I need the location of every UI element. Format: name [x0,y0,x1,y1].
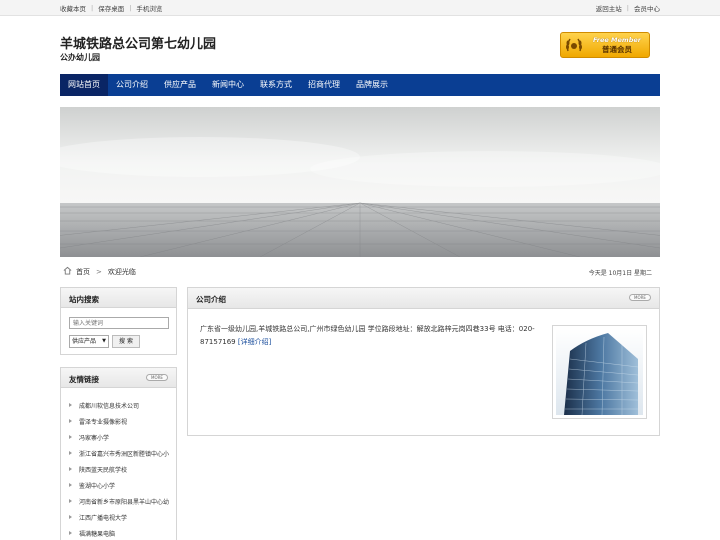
divider: | [129,4,132,12]
badge-chinese-text: 普通会员 [602,45,632,54]
nav-news[interactable]: 新闻中心 [204,74,252,96]
list-item[interactable]: 江西广播电视大学 [69,512,127,522]
bullet-icon [69,435,72,439]
search-category-value: 供应产品 [72,338,97,345]
main-site-link[interactable]: 返回主站 [596,3,622,13]
divider: | [91,4,94,12]
site-title: 羊城铁路总公司第七幼儿园 [60,37,217,52]
top-links-left: 收藏本页 | 保存桌面 | 手机浏览 [60,3,162,13]
bullet-icon [69,515,72,519]
bullet-icon [69,467,72,471]
search-button[interactable]: 搜 索 [112,335,140,348]
search-category-select[interactable]: 供应产品 ▼ [69,335,109,348]
company-intro-title: 公司介绍 [196,295,226,304]
breadcrumb-home[interactable]: 首页 [76,267,90,277]
list-item[interactable]: 雷泽专业摄像影视 [69,416,127,426]
nav-about[interactable]: 公司介绍 [108,74,156,96]
top-bar: 收藏本页 | 保存桌面 | 手机浏览 返回主站 | 会员中心 [0,0,720,16]
search-panel-title: 站内搜索 [69,295,99,304]
laurel-icon [563,34,585,56]
breadcrumb: 首页 > 欢迎光临 [63,266,136,277]
nav-brands[interactable]: 品牌展示 [348,74,396,96]
list-item[interactable]: 鉴湖中心小学 [69,480,115,490]
member-badge[interactable]: Free Member 普通会员 [560,32,650,58]
bullet-icon [69,499,72,503]
list-item[interactable]: 福满糖果电脑 [69,528,115,538]
list-item[interactable]: 冯家寨小学 [69,432,109,442]
nav-products[interactable]: 供应产品 [156,74,204,96]
friend-links-more-button[interactable]: MORE [146,374,168,381]
company-intro-panel: 公司介绍 MORE 广东省一级幼儿园,羊城铁路总公司,广州市绿色幼儿园 学位路段… [187,287,660,436]
nav-home[interactable]: 网站首页 [60,74,108,96]
site-subtitle: 公办幼儿园 [60,53,100,62]
bullet-icon [69,451,72,455]
friend-links-panel: 友情链接 MORE 成都川软信息技术公司 雷泽专业摄像影视 冯家寨小学 浙江省嘉… [60,367,177,540]
date-display: 今天是 10月1日 星期二 [588,270,652,277]
company-photo[interactable] [552,325,647,419]
list-item[interactable]: 浙江省嘉兴市秀洲区新塍镇中心小 [69,448,169,458]
company-intro-header: 公司介绍 MORE [188,288,659,309]
bookmark-link[interactable]: 收藏本页 [60,3,86,13]
nav-contact[interactable]: 联系方式 [252,74,300,96]
nav-agency[interactable]: 招商代理 [300,74,348,96]
list-item[interactable]: 成都川软信息技术公司 [69,400,139,410]
list-item[interactable]: 陕西蓝天民航学校 [69,464,127,474]
main-nav: 网站首页 公司介绍 供应产品 新闻中心 联系方式 招商代理 品牌展示 [60,74,660,96]
top-links-right: 返回主站 | 会员中心 [596,3,660,13]
banner-image [60,107,660,257]
bullet-icon [69,483,72,487]
friend-links-title: 友情链接 [69,375,99,384]
bullet-icon [69,531,72,535]
bullet-icon [69,419,72,423]
bullet-icon [69,403,72,407]
member-center-link[interactable]: 会员中心 [634,3,660,13]
company-intro-text: 广东省一级幼儿园,羊城铁路总公司,广州市绿色幼儿园 学位路段地址：解放北路梓元岗… [200,323,545,349]
search-panel-header: 站内搜索 [61,288,176,308]
breadcrumb-current: 欢迎光临 [107,267,136,276]
list-item[interactable]: 河南省新乡市原阳县黑羊山中心幼 [69,496,169,506]
breadcrumb-arrow: > [96,267,102,276]
chevron-down-icon: ▼ [102,338,106,344]
mobile-view-link[interactable]: 手机浏览 [136,3,162,13]
search-input[interactable] [69,317,169,329]
divider: | [626,4,629,12]
save-desktop-link[interactable]: 保存桌面 [98,3,124,13]
friend-links-header: 友情链接 MORE [61,368,176,388]
home-icon [63,266,72,277]
read-more-link[interactable]: [详细介绍] [238,338,271,346]
badge-english-text: Free Member [593,36,641,44]
company-intro-more-button[interactable]: MORE [629,294,651,301]
search-panel: 站内搜索 供应产品 ▼ 搜 索 [60,287,177,355]
